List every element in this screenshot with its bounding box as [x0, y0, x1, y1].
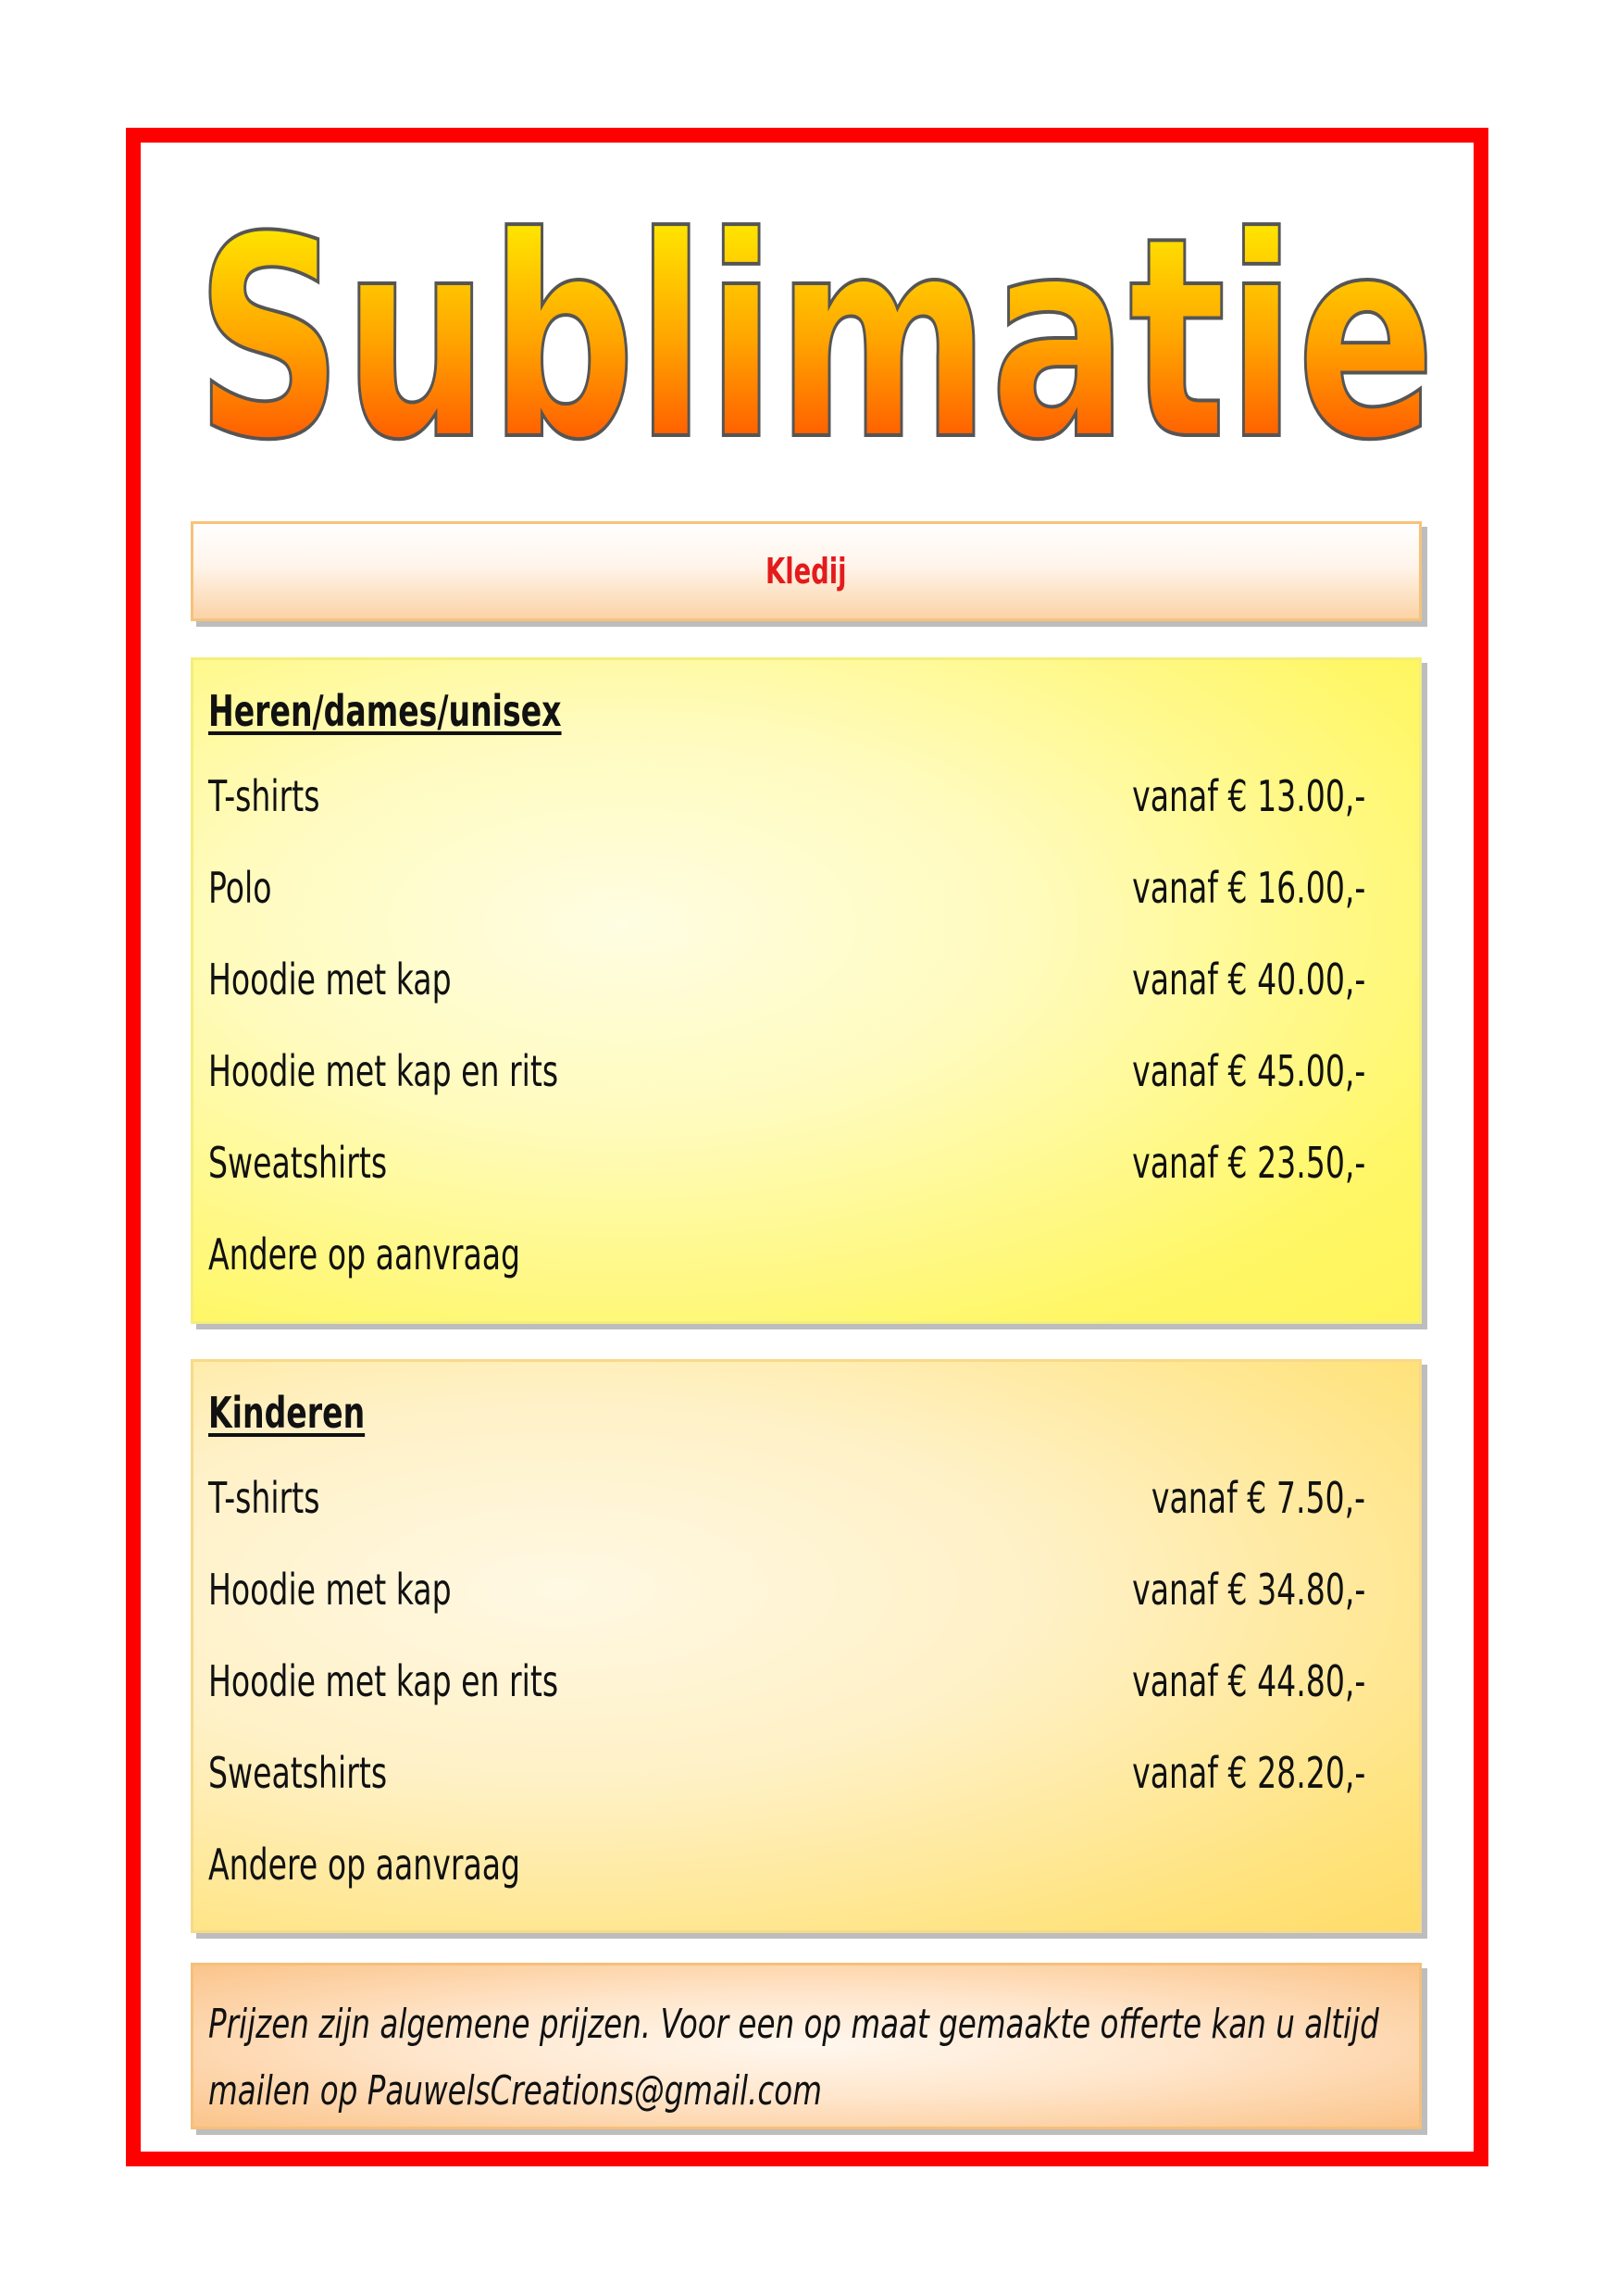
item-price: vanaf € 13.00,-	[1131, 771, 1365, 821]
item-name: T-shirts	[208, 771, 320, 821]
price-row: T-shirts vanaf € 7.50,-	[208, 1473, 1365, 1529]
price-row: Hoodie met kap en rits vanaf € 44.80,-	[208, 1656, 1365, 1712]
item-price: vanaf € 16.00,-	[1131, 863, 1365, 913]
section-title: Heren/dames/unisex	[208, 686, 562, 736]
price-row: Hoodie met kap vanaf € 34.80,-	[208, 1565, 1365, 1620]
item-price: vanaf € 7.50,-	[1151, 1473, 1365, 1523]
price-row: Andere op aanvraag	[208, 1229, 1365, 1285]
item-name: Andere op aanvraag	[208, 1840, 521, 1890]
price-note: Prijzen zijn algemene prijzen. Voor een …	[208, 1991, 1402, 2125]
item-name: Hoodie met kap en rits	[208, 1046, 559, 1096]
item-price: vanaf € 34.80,-	[1131, 1565, 1365, 1615]
item-price: vanaf € 45.00,-	[1131, 1046, 1365, 1096]
price-row: Sweatshirts vanaf € 28.20,-	[208, 1748, 1365, 1803]
section-adults: Heren/dames/unisex T-shirts vanaf € 13.0…	[191, 657, 1422, 1324]
item-name: Hoodie met kap	[208, 1565, 452, 1615]
item-name: T-shirts	[208, 1473, 320, 1523]
price-row: T-shirts vanaf € 13.00,-	[208, 771, 1365, 827]
item-name: Polo	[208, 863, 272, 913]
price-row: Polo vanaf € 16.00,-	[208, 863, 1365, 918]
item-price: vanaf € 40.00,-	[1131, 955, 1365, 1004]
item-price: vanaf € 23.50,-	[1131, 1138, 1365, 1188]
item-name: Sweatshirts	[208, 1138, 388, 1188]
price-row: Hoodie met kap en rits vanaf € 45.00,-	[208, 1046, 1365, 1102]
item-price: vanaf € 44.80,-	[1131, 1656, 1365, 1706]
note-line: Prijzen zijn algemene prijzen. Voor een …	[208, 2001, 1379, 2048]
price-row: Hoodie met kap vanaf € 40.00,-	[208, 955, 1365, 1010]
price-row: Andere op aanvraag	[208, 1840, 1365, 1895]
item-price: vanaf € 28.20,-	[1131, 1748, 1365, 1798]
item-name: Hoodie met kap	[208, 955, 452, 1004]
note-line-email: mailen op PauwelsCreations@gmail.com	[208, 2067, 822, 2115]
item-name: Hoodie met kap en rits	[208, 1656, 559, 1706]
price-row: Sweatshirts vanaf € 23.50,-	[208, 1138, 1365, 1193]
section-kids: Kinderen T-shirts vanaf € 7.50,- Hoodie …	[191, 1359, 1422, 1933]
title-svg: Sublimatie	[193, 176, 1438, 503]
category-header: Kledij	[191, 521, 1422, 621]
category-label: Kledij	[765, 551, 847, 592]
section-title: Kinderen	[208, 1388, 366, 1438]
page-title: Sublimatie	[195, 178, 1436, 501]
item-name: Sweatshirts	[208, 1748, 388, 1798]
item-name: Andere op aanvraag	[208, 1229, 521, 1279]
price-note-box: Prijzen zijn algemene prijzen. Voor een …	[191, 1963, 1422, 2129]
title-wordart: Sublimatie	[181, 157, 1450, 509]
